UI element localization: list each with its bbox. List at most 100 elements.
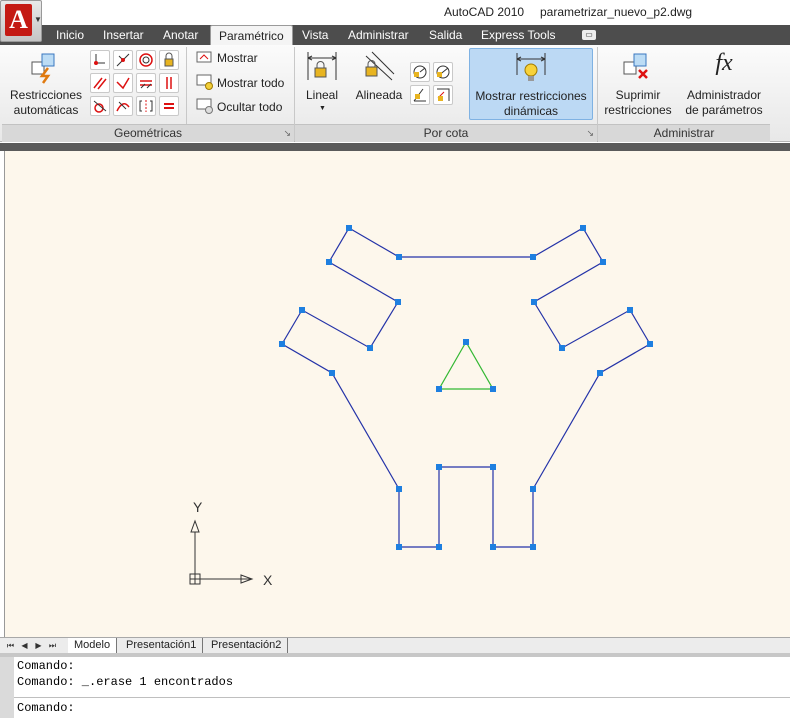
panel-dimensional[interactable]: Por cota ↘: [295, 124, 597, 142]
hide-all-label: Ocultar todo: [217, 100, 283, 114]
show-constraint-icon: [196, 51, 212, 63]
grip-point[interactable]: [580, 225, 586, 231]
tab-anotar[interactable]: Anotar: [161, 25, 200, 45]
grip-points[interactable]: [279, 225, 653, 550]
coincident-constraint-button[interactable]: [90, 50, 110, 70]
tangent-constraint-button[interactable]: [90, 96, 110, 116]
auto-constraints-label-2: automáticas: [13, 103, 79, 117]
grip-point[interactable]: [600, 259, 606, 265]
grip-point[interactable]: [530, 254, 536, 260]
first-layout-icon[interactable]: ⏮: [5, 639, 16, 652]
fix-constraint-button[interactable]: [159, 50, 179, 70]
x-axis-label: X: [263, 572, 273, 588]
minimize-ribbon-button[interactable]: ▭: [582, 30, 596, 40]
grip-point[interactable]: [346, 225, 352, 231]
grip-point[interactable]: [396, 544, 402, 550]
application-menu-button[interactable]: A ▼: [0, 0, 42, 42]
grip-point[interactable]: [436, 386, 442, 392]
parameters-manager-button[interactable]: fx Administrador de parámetros: [680, 48, 768, 120]
symmetric-constraint-button[interactable]: [136, 96, 156, 116]
triangle-polyline[interactable]: [437, 340, 495, 390]
triangle-shape[interactable]: [437, 340, 495, 390]
grip-point[interactable]: [559, 345, 565, 351]
collinear-constraint-button[interactable]: [113, 50, 133, 70]
equal-constraint-button[interactable]: [159, 96, 179, 116]
radius-constraint-button[interactable]: [410, 62, 430, 82]
aligned-label: Alineada: [355, 88, 403, 102]
next-layout-icon[interactable]: ▶: [33, 639, 44, 652]
grip-point[interactable]: [597, 370, 603, 376]
grip-point[interactable]: [490, 464, 496, 470]
tab-insertar[interactable]: Insertar: [101, 25, 146, 45]
grip-point[interactable]: [647, 341, 653, 347]
command-history-line: Comando: _.erase 1 encontrados: [17, 675, 234, 689]
ucs-icon: [189, 519, 254, 585]
command-prompt-input[interactable]: Comando:: [17, 701, 75, 715]
delete-constraints-button[interactable]: Suprimir restricciones: [602, 48, 674, 120]
show-all-icon: [196, 74, 213, 90]
command-grip-handle[interactable]: [0, 657, 14, 718]
last-layout-icon[interactable]: ⏭: [47, 639, 58, 652]
grip-point[interactable]: [490, 386, 496, 392]
grip-point[interactable]: [279, 341, 285, 347]
grip-point[interactable]: [530, 486, 536, 492]
perpendicular-constraint-button[interactable]: [113, 73, 133, 93]
dialog-launcher-icon[interactable]: ↘: [586, 125, 594, 142]
auto-constraints-button[interactable]: Restricciones automáticas: [4, 48, 88, 122]
title-bar: AutoCAD 2010 parametrizar_nuevo_p2.dwg: [0, 0, 790, 25]
tab-layout1[interactable]: Presentación1: [120, 638, 204, 653]
smooth-constraint-button[interactable]: [113, 96, 133, 116]
dialog-launcher-icon[interactable]: ↘: [283, 125, 291, 142]
show-dynamic-label-1: Mostrar restricciones: [475, 89, 587, 103]
grip-point[interactable]: [395, 299, 401, 305]
drawing-canvas[interactable]: Y X: [4, 151, 790, 637]
hide-all-button[interactable]: Ocultar todo: [194, 97, 290, 115]
tab-model[interactable]: Modelo: [68, 638, 118, 653]
linear-dimension-button[interactable]: Lineal ▼: [300, 48, 344, 120]
panel-geometric[interactable]: Geométricas ↘: [2, 124, 294, 142]
horizontal-constraint-button[interactable]: [136, 73, 156, 93]
grip-point[interactable]: [463, 339, 469, 345]
tab-salida[interactable]: Salida: [427, 25, 464, 45]
tab-parametrico[interactable]: Paramétrico: [210, 25, 293, 46]
concentric-constraint-button[interactable]: [136, 50, 156, 70]
grip-point[interactable]: [531, 299, 537, 305]
grip-point[interactable]: [436, 464, 442, 470]
grip-point[interactable]: [396, 254, 402, 260]
autocad-logo-icon: A: [5, 4, 32, 36]
tab-inicio[interactable]: Inicio: [54, 25, 86, 45]
vertical-constraint-button[interactable]: [159, 73, 179, 93]
outline-polyline[interactable]: [281, 227, 651, 548]
panel-dimensional-title: Por cota: [423, 126, 469, 140]
grip-point[interactable]: [627, 307, 633, 313]
angular-constraint-button[interactable]: [410, 85, 430, 105]
param-manager-label-1: Administrador: [686, 88, 762, 102]
show-all-button[interactable]: Mostrar todo: [194, 73, 290, 91]
tangent-icon: [93, 100, 107, 113]
drawing-svg: Y X: [189, 225, 653, 588]
app-title: AutoCAD 2010: [444, 5, 525, 19]
tab-express-tools[interactable]: Express Tools: [479, 25, 557, 45]
polygon-outline[interactable]: [281, 227, 651, 548]
tab-layout2[interactable]: Presentación2: [205, 638, 289, 653]
grip-point[interactable]: [326, 259, 332, 265]
show-dynamic-constraints-button[interactable]: Mostrar restricciones dinámicas: [469, 48, 593, 120]
grip-point[interactable]: [490, 544, 496, 550]
parallel-constraint-button[interactable]: [90, 73, 110, 93]
prev-layout-icon[interactable]: ◀: [19, 639, 30, 652]
tab-administrar[interactable]: Administrar: [346, 25, 411, 45]
ribbon-tab-bar: Inicio Insertar Anotar Paramétrico Vista…: [0, 25, 790, 46]
tab-vista[interactable]: Vista: [300, 25, 330, 45]
grip-point[interactable]: [436, 544, 442, 550]
aligned-dimension-button[interactable]: Alineada: [352, 48, 406, 120]
grip-point[interactable]: [396, 486, 402, 492]
grip-point[interactable]: [367, 345, 373, 351]
diameter-constraint-button[interactable]: [433, 62, 453, 82]
diameter-icon: [436, 65, 450, 79]
grip-point[interactable]: [530, 544, 536, 550]
convert-constraint-button[interactable]: [433, 85, 453, 105]
panel-geometric-title: Geométricas: [113, 126, 183, 140]
grip-point[interactable]: [329, 370, 335, 376]
show-constraints-button[interactable]: Mostrar: [194, 49, 290, 67]
grip-point[interactable]: [299, 307, 305, 313]
